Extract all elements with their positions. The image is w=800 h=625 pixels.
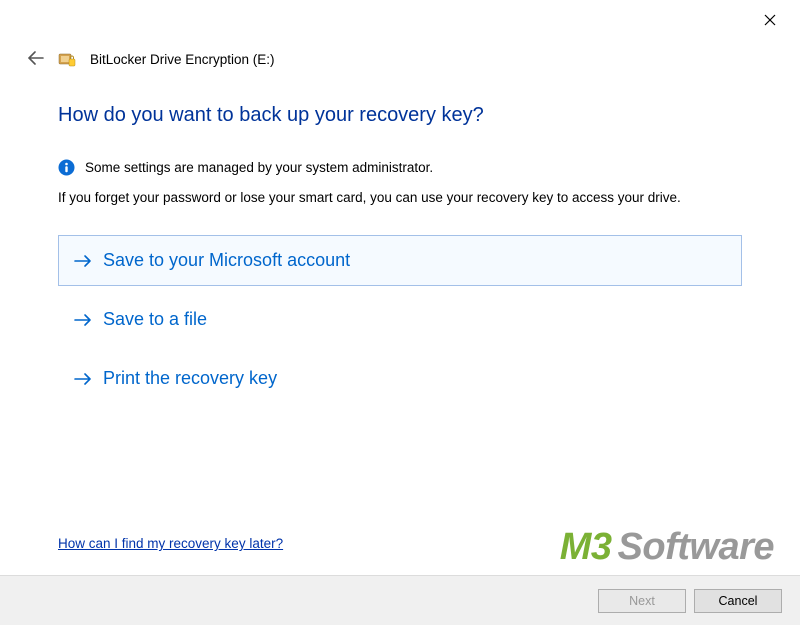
arrow-right-icon [73,251,93,271]
watermark-logo: M3Software [560,526,774,569]
description-text: If you forget your password or lose your… [58,190,742,205]
next-button: Next [598,589,686,613]
option-label: Save to a file [103,309,207,330]
option-print-recovery-key[interactable]: Print the recovery key [58,353,742,404]
close-button[interactable] [758,8,782,32]
admin-info-row: Some settings are managed by your system… [58,159,742,176]
option-save-to-file[interactable]: Save to a file [58,294,742,345]
wizard-footer: Next Cancel [0,575,800,625]
cancel-button[interactable]: Cancel [694,589,782,613]
close-icon [764,14,776,26]
watermark-brand-software: Software [618,526,774,568]
bitlocker-icon [58,50,76,68]
arrow-right-icon [73,310,93,330]
wizard-content: How do you want to back up your recovery… [0,68,800,404]
back-button[interactable] [28,50,44,68]
wizard-header: BitLocker Drive Encryption (E:) [0,0,800,68]
admin-info-text: Some settings are managed by your system… [85,160,433,175]
window-title: BitLocker Drive Encryption (E:) [90,52,275,67]
arrow-right-icon [73,369,93,389]
info-icon [58,159,75,176]
page-heading: How do you want to back up your recovery… [58,104,742,127]
option-label: Save to your Microsoft account [103,250,350,271]
option-label: Print the recovery key [103,368,277,389]
back-arrow-icon [28,51,44,65]
watermark-brand-m3: M3 [560,526,612,568]
help-link[interactable]: How can I find my recovery key later? [58,536,283,551]
option-save-microsoft-account[interactable]: Save to your Microsoft account [58,235,742,286]
